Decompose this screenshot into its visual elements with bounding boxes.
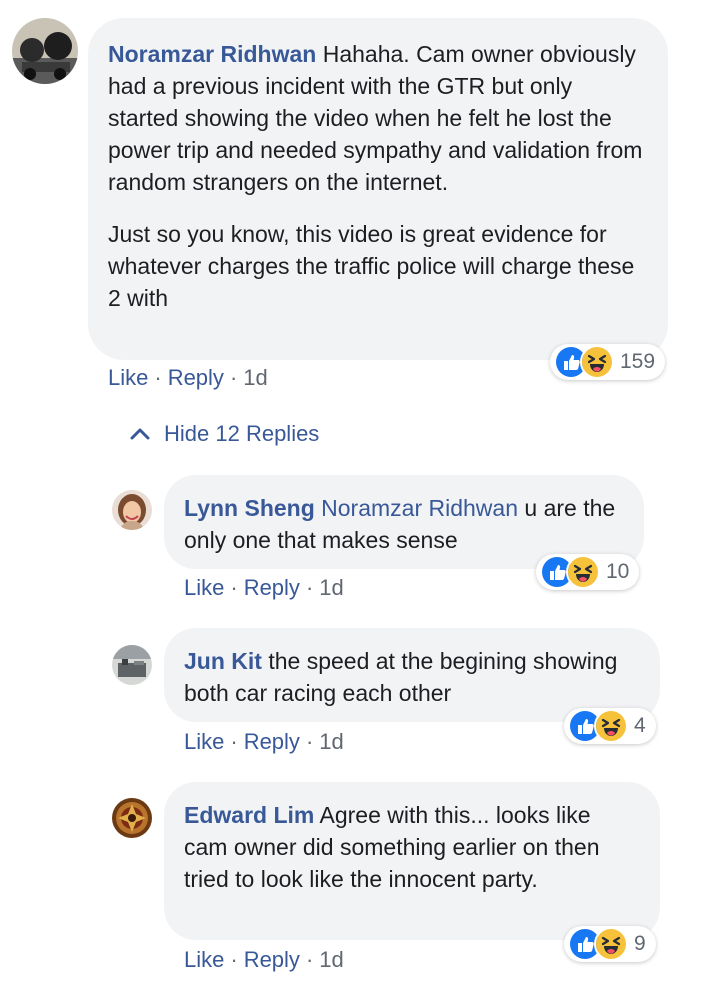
- separator: ·: [154, 365, 162, 390]
- avatar-lynn-sheng[interactable]: [112, 490, 152, 530]
- reply-button[interactable]: Reply: [244, 729, 300, 754]
- avatar-edward-lim[interactable]: [112, 798, 152, 838]
- haha-icon: [594, 709, 628, 743]
- reply-text: Lynn Sheng Noramzar Ridhwan u are the on…: [184, 492, 624, 556]
- reaction-count: 4: [634, 714, 646, 737]
- hide-replies-button[interactable]: Hide 12 Replies: [130, 420, 319, 448]
- comment-bubble: Noramzar Ridhwan Hahaha. Cam owner obvio…: [88, 18, 668, 360]
- haha-icon: [566, 555, 600, 589]
- chevron-up-icon: [130, 428, 150, 440]
- like-button[interactable]: Like: [184, 729, 224, 754]
- reply-actions: Like · Reply · 1d: [184, 728, 344, 756]
- reply-text: Jun Kit the speed at the begining showin…: [184, 645, 640, 709]
- separator: ·: [305, 575, 314, 600]
- reactions-summary[interactable]: 159: [550, 344, 666, 380]
- separator: ·: [230, 947, 238, 972]
- reply-button[interactable]: Reply: [244, 575, 300, 600]
- reactions-summary[interactable]: 10: [536, 554, 640, 590]
- comment-body-paragraph-2: Just so you know, this video is great ev…: [108, 221, 635, 311]
- reply-author[interactable]: Lynn Sheng: [184, 495, 315, 521]
- reaction-count: 159: [620, 350, 656, 373]
- reactions-summary[interactable]: 9: [564, 926, 656, 962]
- avatar-jun-kit[interactable]: [112, 645, 152, 685]
- like-button[interactable]: Like: [184, 575, 224, 600]
- reply-time[interactable]: 1d: [319, 729, 343, 754]
- separator: ·: [305, 947, 314, 972]
- comment-time[interactable]: 1d: [243, 365, 267, 390]
- reply-author[interactable]: Jun Kit: [184, 648, 262, 674]
- hide-replies-label: Hide 12 Replies: [164, 421, 320, 446]
- reply-text: Edward Lim Agree with this... looks like…: [184, 799, 640, 895]
- separator: ·: [230, 729, 238, 754]
- reply-author[interactable]: Edward Lim: [184, 802, 314, 828]
- separator: ·: [229, 365, 238, 390]
- reply-mention[interactable]: Noramzar Ridhwan: [321, 495, 518, 521]
- like-button[interactable]: Like: [108, 365, 148, 390]
- separator: ·: [305, 729, 314, 754]
- reaction-count: 10: [606, 560, 630, 583]
- haha-icon: [580, 345, 614, 379]
- separator: ·: [230, 575, 238, 600]
- reply-time[interactable]: 1d: [319, 575, 343, 600]
- reply-actions: Like · Reply · 1d: [184, 574, 344, 602]
- reactions-summary[interactable]: 4: [564, 708, 656, 744]
- reply-time[interactable]: 1d: [319, 947, 343, 972]
- reply-button[interactable]: Reply: [244, 947, 300, 972]
- avatar-noramzar[interactable]: [12, 18, 78, 84]
- reaction-count: 9: [634, 932, 646, 955]
- like-button[interactable]: Like: [184, 947, 224, 972]
- comment-author[interactable]: Noramzar Ridhwan: [108, 41, 316, 67]
- reply-button[interactable]: Reply: [168, 365, 224, 390]
- reply-actions: Like · Reply · 1d: [184, 946, 344, 974]
- haha-icon: [594, 927, 628, 961]
- comment-actions: Like · Reply · 1d: [108, 364, 268, 392]
- comment-text: Noramzar Ridhwan Hahaha. Cam owner obvio…: [108, 38, 648, 198]
- reply-bubble: Edward Lim Agree with this... looks like…: [164, 782, 660, 940]
